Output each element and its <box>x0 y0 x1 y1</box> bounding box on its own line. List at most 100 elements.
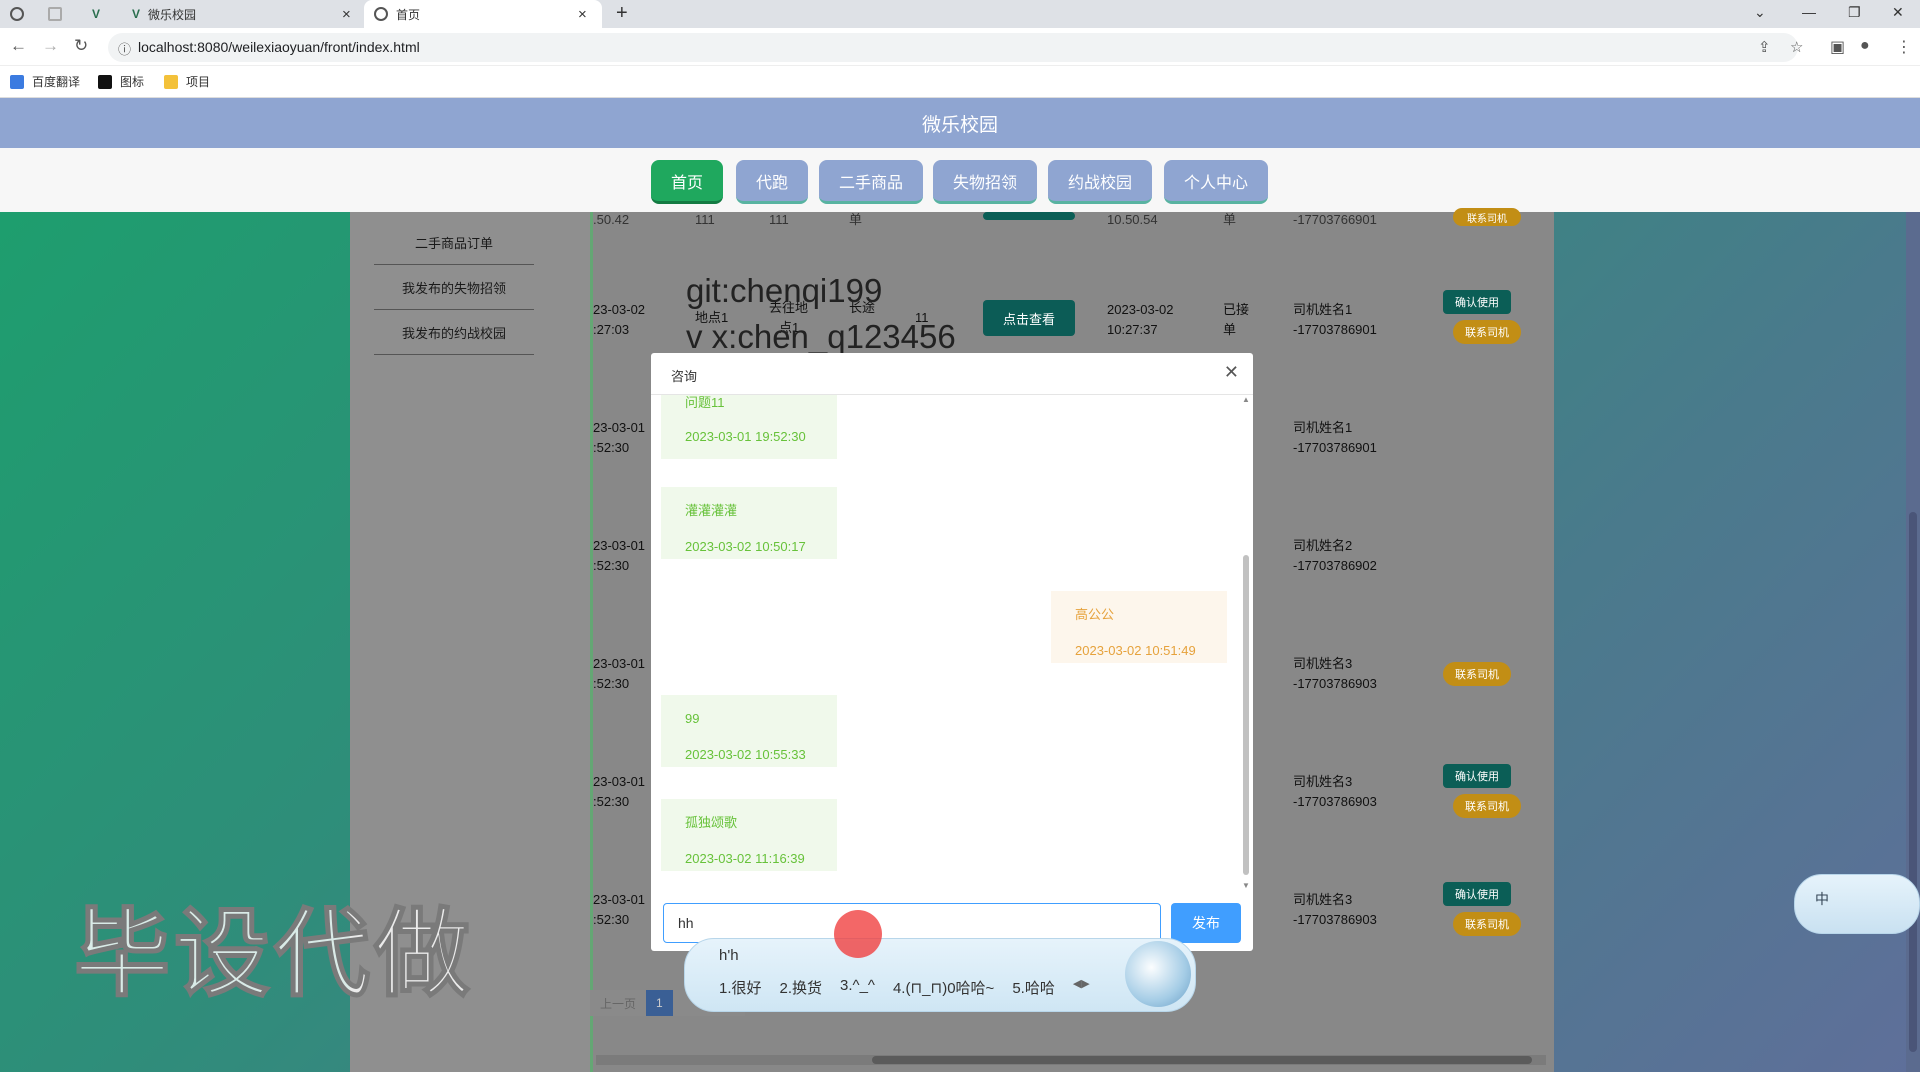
sidebar-item-my-matches[interactable]: 我发布的约战校园 <box>374 310 534 355</box>
sidebar-item-my-lost-found[interactable]: 我发布的失物招领 <box>374 265 534 310</box>
bookmark-baidu-translate[interactable]: 百度翻译 <box>10 73 80 90</box>
ime-status-badge[interactable]: 中 <box>1794 874 1920 934</box>
table-cell: -17703786902 <box>1293 558 1377 573</box>
table-cell: :27:03 <box>593 322 630 337</box>
close-tab-icon[interactable]: × <box>578 6 587 23</box>
close-window-icon[interactable]: ✕ <box>1892 4 1904 21</box>
scrollbar-thumb[interactable] <box>1909 512 1917 1052</box>
table-cell: -17703786901 <box>1293 322 1377 337</box>
chat-scrollbar[interactable]: ▲ ▼ <box>1241 395 1251 893</box>
scroll-up-icon[interactable]: ▲ <box>1242 395 1250 404</box>
nav-second-hand[interactable]: 二手商品 <box>819 160 923 204</box>
forward-icon[interactable]: → <box>42 36 59 56</box>
ime-mode-label: 中 <box>1815 891 1829 907</box>
menu-kebab-icon[interactable]: ⋮ <box>1896 37 1912 57</box>
back-icon[interactable]: ← <box>10 36 27 56</box>
bookmarks-bar: 百度翻译 图标 项目 <box>0 66 1920 98</box>
chat-history[interactable]: 问题11 2023-03-01 19:52:30 灌灌灌灌 2023-03-02… <box>661 395 1243 893</box>
tab-pinned-2[interactable] <box>48 0 78 28</box>
vue-logo-icon: V <box>92 7 101 21</box>
view-button[interactable] <box>983 212 1075 220</box>
profile-icon[interactable]: ● <box>1860 37 1870 55</box>
table-cell: 司机姓名3 <box>1293 656 1353 671</box>
close-icon[interactable]: ✕ <box>1224 362 1239 383</box>
scrollbar-thumb[interactable] <box>1243 555 1249 875</box>
bookmark-label: 图标 <box>120 75 145 89</box>
prev-page-button[interactable]: 上一页 <box>590 990 647 1016</box>
tab-home[interactable]: 首页 × <box>364 0 602 28</box>
scroll-down-icon[interactable]: ▼ <box>1242 881 1250 890</box>
send-button[interactable]: 发布 <box>1171 903 1241 943</box>
table-cell: 23-03-01 <box>593 656 646 671</box>
url-bar[interactable]: ⓘ localhost:8080/weilexiaoyuan/front/ind… <box>108 33 1803 62</box>
tab-pinned-1[interactable] <box>10 0 40 28</box>
mouse-cursor-highlight <box>834 910 882 958</box>
ime-candidate-list: 1.很好 2.换货 3.^_^ 4.(⊓_⊓)0哈哈~ 5.哈哈 ◀▶ <box>719 977 1090 998</box>
confirm-use-button[interactable]: 确认使用 <box>1443 764 1511 788</box>
ime-candidate[interactable]: 5.哈哈 <box>1012 977 1055 998</box>
table-cell: 司机姓名3 <box>1293 774 1353 789</box>
bookmark-project[interactable]: 项目 <box>164 73 210 90</box>
close-tab-icon[interactable]: × <box>342 6 351 23</box>
message-time: 2023-03-01 19:52:30 <box>685 429 806 444</box>
ime-candidate[interactable]: 1.很好 <box>719 977 762 998</box>
table-cell: 23-03-02 <box>593 302 646 317</box>
ime-pinyin: h'h <box>719 947 739 964</box>
table-cell: 司机姓名3 <box>1293 892 1353 907</box>
message-time: 2023-03-02 10:51:49 <box>1075 643 1196 658</box>
dialog-header: 咨询 ✕ <box>651 353 1253 395</box>
message-input[interactable] <box>663 903 1161 943</box>
ime-skin-decoration <box>1125 941 1191 1007</box>
tab-pinned-3[interactable]: V <box>92 0 122 28</box>
table-cell: -17703786901 <box>1293 440 1377 455</box>
bookmark-label: 项目 <box>186 75 211 89</box>
bookmark-star-icon[interactable]: ☆ <box>1790 38 1803 56</box>
vertical-scrollbar[interactable] <box>1906 212 1920 1072</box>
nav-errand[interactable]: 代跑 <box>736 160 808 204</box>
confirm-use-button[interactable]: 确认使用 <box>1443 882 1511 906</box>
info-icon[interactable]: ⓘ <box>118 39 131 58</box>
bookmark-label: 百度翻译 <box>32 75 81 89</box>
page-number-button[interactable]: 1 <box>646 990 673 1016</box>
ime-candidate[interactable]: 2.换货 <box>780 977 823 998</box>
side-panel-icon[interactable]: ▣ <box>1830 37 1845 57</box>
contact-driver-button[interactable]: 联系司机 <box>1453 794 1521 818</box>
table-cell: .50.42 <box>593 212 630 227</box>
message-time: 2023-03-02 10:50:17 <box>685 539 806 554</box>
main-nav: 首页 代跑 二手商品 失物招领 约战校园 个人中心 <box>0 148 1920 212</box>
ime-page-arrows-icon[interactable]: ◀▶ <box>1073 977 1090 998</box>
table-cell: :52:30 <box>593 440 630 455</box>
contact-driver-button[interactable]: 联系司机 <box>1443 662 1511 686</box>
horizontal-scrollbar[interactable] <box>596 1055 1546 1065</box>
ime-candidate[interactable]: 3.^_^ <box>840 977 875 998</box>
nav-personal-center[interactable]: 个人中心 <box>1164 160 1268 204</box>
restore-icon[interactable]: ❐ <box>1848 4 1861 21</box>
tab-search-icon[interactable]: ⌄ <box>1754 4 1766 21</box>
sidebar-item-second-hand-orders[interactable]: 二手商品订单 <box>374 220 534 265</box>
table-cell: 单 <box>1223 212 1237 227</box>
confirm-use-button[interactable]: 确认使用 <box>1443 290 1511 314</box>
nav-home[interactable]: 首页 <box>651 160 723 204</box>
contact-driver-button[interactable]: 联系司机 <box>1453 320 1521 344</box>
nav-lost-found[interactable]: 失物招领 <box>933 160 1037 204</box>
image-icon <box>98 74 112 89</box>
minimize-icon[interactable]: — <box>1802 4 1816 20</box>
reload-icon[interactable]: ↻ <box>74 36 88 56</box>
new-tab-button[interactable]: + <box>616 2 628 25</box>
contact-driver-button[interactable]: 联系司机 <box>1453 912 1521 936</box>
tab-title: 微乐校园 <box>148 7 197 22</box>
scrollbar-thumb[interactable] <box>872 1056 1532 1064</box>
view-button[interactable]: 点击查看 <box>983 300 1075 336</box>
tab-title: 首页 <box>396 7 421 22</box>
nav-match[interactable]: 约战校园 <box>1048 160 1152 204</box>
contact-driver-button[interactable]: 联系司机 <box>1453 208 1521 226</box>
tab-weilexiaoyuan[interactable]: V 微乐校园 × <box>132 0 358 28</box>
bookmark-icons[interactable]: 图标 <box>98 73 144 90</box>
table-cell: :52:30 <box>593 794 630 809</box>
translate-icon <box>10 74 24 89</box>
message-time: 2023-03-02 10:55:33 <box>685 747 806 762</box>
table-cell: 2023-03-02 <box>1107 302 1174 317</box>
table-cell: :52:30 <box>593 558 630 573</box>
ime-candidate[interactable]: 4.(⊓_⊓)0哈哈~ <box>893 977 994 998</box>
share-icon[interactable]: ⇪ <box>1758 38 1771 56</box>
